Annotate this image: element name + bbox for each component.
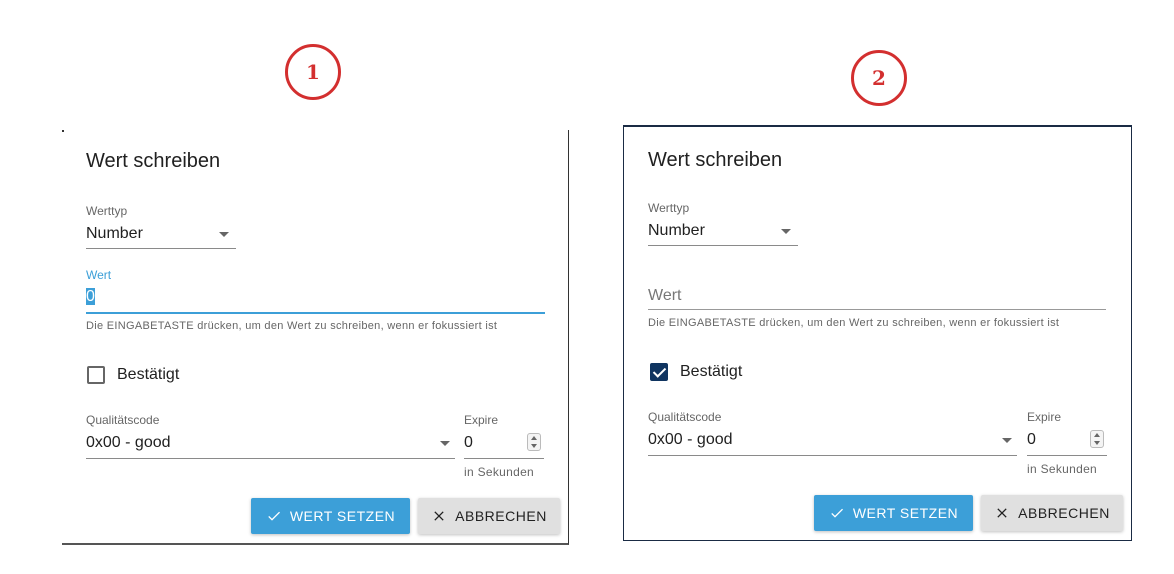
value-input-text: 0 [86, 288, 95, 306]
dialog-corner [62, 130, 64, 132]
write-value-dialog-2: Wert schreiben Werttyp Number Wert Die E… [623, 125, 1132, 541]
set-value-button-label: WERT SETZEN [289, 508, 396, 524]
write-value-dialog-1: Wert schreiben Werttyp Number Wert 0 Die… [62, 130, 569, 545]
quality-code-label: Qualitätscode [648, 410, 722, 424]
value-type-underline [86, 248, 236, 249]
cancel-button-label: ABBRECHEN [455, 508, 547, 524]
expire-helper-text: in Sekunden [464, 465, 535, 479]
check-icon [268, 511, 280, 521]
set-value-button-label: WERT SETZEN [852, 505, 959, 521]
close-icon [997, 508, 1007, 518]
set-value-button[interactable]: WERT SETZEN [251, 498, 410, 534]
value-helper-text: Die EINGABETASTE drücken, um den Wert zu… [648, 317, 1060, 329]
value-type-value: Number [86, 225, 143, 242]
value-input-underline [86, 312, 545, 314]
value-type-label: Werttyp [86, 204, 128, 218]
check-icon [831, 508, 843, 518]
acknowledged-label: Bestätigt [680, 363, 743, 380]
value-input-selection: 0 [86, 288, 95, 305]
value-input-placeholder: Wert [648, 287, 682, 304]
value-label: Wert [86, 268, 112, 282]
set-value-button[interactable]: WERT SETZEN [814, 495, 973, 531]
value-type-label: Werttyp [648, 201, 690, 215]
expire-value: 0 [464, 434, 473, 451]
acknowledged-checkbox[interactable] [650, 363, 668, 381]
quality-code-label: Qualitätscode [86, 413, 160, 427]
dialog-title: Wert schreiben [648, 149, 783, 171]
expire-underline [464, 458, 544, 459]
chevron-down-icon [1002, 438, 1012, 443]
acknowledged-checkbox[interactable] [87, 366, 105, 384]
value-type-value: Number [648, 222, 705, 239]
marker-2: 2 [851, 50, 907, 106]
chevron-down-icon [440, 441, 450, 446]
cancel-button[interactable]: ABBRECHEN [418, 498, 560, 534]
expire-underline [1027, 455, 1107, 456]
chevron-down-icon [219, 232, 229, 237]
value-input-underline [648, 309, 1106, 310]
value-helper-text: Die EINGABETASTE drücken, um den Wert zu… [86, 320, 498, 332]
expire-helper-text: in Sekunden [1027, 462, 1098, 476]
quality-code-value: 0x00 - good [648, 431, 733, 448]
dialog-title: Wert schreiben [86, 150, 221, 172]
cancel-button[interactable]: ABBRECHEN [981, 495, 1123, 531]
expire-stepper[interactable] [1090, 430, 1104, 448]
cancel-button-label: ABBRECHEN [1018, 505, 1110, 521]
quality-code-value: 0x00 - good [86, 434, 171, 451]
close-icon [434, 511, 444, 521]
expire-label: Expire [464, 413, 499, 427]
quality-code-underline [86, 458, 455, 459]
chevron-down-icon [781, 229, 791, 234]
acknowledged-label: Bestätigt [117, 366, 180, 383]
expire-stepper[interactable] [527, 433, 541, 451]
value-type-underline [648, 245, 798, 246]
expire-value: 0 [1027, 431, 1036, 448]
quality-code-underline [648, 455, 1017, 456]
marker-1: 1 [285, 44, 341, 100]
expire-label: Expire [1027, 410, 1062, 424]
